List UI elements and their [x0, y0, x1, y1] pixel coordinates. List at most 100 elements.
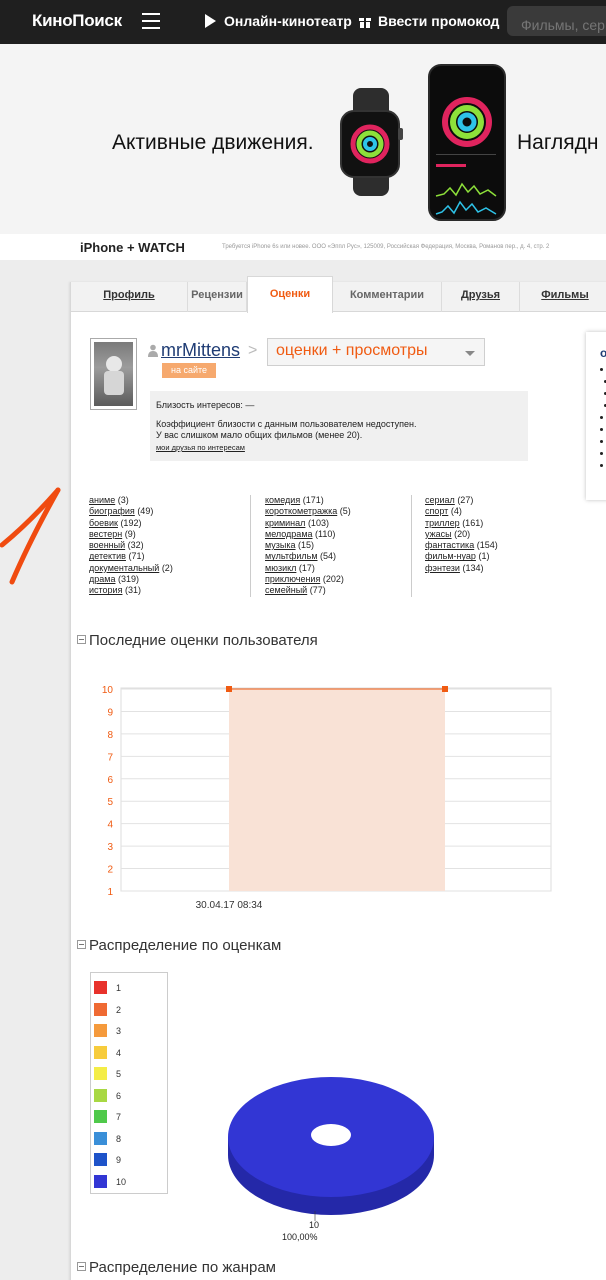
genre-divider — [411, 495, 412, 597]
tab-films[interactable]: Фильмы — [520, 282, 606, 312]
gift-icon — [359, 15, 371, 28]
genre-name: спорт — [425, 506, 449, 517]
legend-label: 6 — [116, 1090, 122, 1101]
menu-icon[interactable] — [142, 13, 160, 29]
tab-ratings[interactable]: Оценки — [247, 276, 333, 313]
tab-friends[interactable]: Друзья — [442, 282, 520, 312]
genre-count: (103) — [307, 517, 329, 528]
side-panel: о — [586, 332, 606, 500]
genre-link[interactable]: документальный (2) — [89, 563, 173, 574]
collapse-icon[interactable] — [77, 940, 86, 949]
collapse-icon[interactable] — [77, 635, 86, 644]
affinity-friends-link[interactable]: мои друзья по интересам — [156, 443, 522, 452]
tab-profile[interactable]: Профиль — [71, 282, 188, 312]
x-tick-label: 30.04.17 08:34 — [196, 900, 263, 911]
genre-distribution-section[interactable]: Распределение по жанрам — [77, 1259, 276, 1276]
affinity-box: Близость интересов: — Коэффициент близос… — [150, 391, 528, 461]
genre-link[interactable]: вестерн (9) — [89, 529, 173, 540]
genre-link[interactable]: семейный (77) — [265, 585, 351, 596]
genre-name: приключения — [265, 574, 321, 585]
genre-link[interactable]: мелодрама (110) — [265, 529, 351, 540]
recent-ratings-section[interactable]: Последние оценки пользователя — [77, 632, 318, 649]
legend-swatch — [94, 1024, 107, 1037]
section-title: Распределение по оценкам — [89, 937, 282, 954]
genre-count: (319) — [117, 574, 139, 585]
genre-link[interactable]: мультфильм (54) — [265, 551, 351, 562]
genre-name: музыка — [265, 540, 296, 551]
genre-link[interactable]: военный (32) — [89, 540, 173, 551]
ad-banner[interactable]: Активные движения. Наглядн — [0, 44, 606, 234]
genre-link[interactable]: боевик (192) — [89, 518, 173, 529]
genre-link[interactable]: история (31) — [89, 585, 173, 596]
genre-link[interactable]: триллер (161) — [425, 518, 498, 529]
genre-count: (77) — [309, 585, 326, 596]
breadcrumb-separator: > — [248, 342, 258, 359]
genre-link[interactable]: короткометражка (5) — [265, 506, 351, 517]
y-tick-label: 8 — [107, 730, 113, 741]
genre-link[interactable]: фэнтези (134) — [425, 563, 498, 574]
genre-count: (202) — [322, 574, 344, 585]
genre-link[interactable]: мюзикл (17) — [265, 563, 351, 574]
ratings-mode-select[interactable]: оценки + просмотры — [267, 338, 485, 366]
pie-legend: 1 2 3 4 5 6 7 8 9 10 — [90, 972, 168, 1194]
genre-count: (154) — [476, 540, 498, 551]
legend-label: 4 — [116, 1047, 122, 1058]
affinity-title: Близость интересов: — — [156, 400, 255, 410]
genre-name: мультфильм — [265, 551, 318, 562]
genre-name: вестерн — [89, 528, 123, 539]
legend-swatch — [94, 1002, 107, 1016]
promo-code-link[interactable]: Ввести промокод — [359, 13, 499, 29]
y-tick-label: 2 — [107, 865, 113, 876]
genre-name: короткометражка — [265, 506, 338, 517]
genre-link[interactable]: музыка (15) — [265, 540, 351, 551]
banner-headline-second: Наглядн — [517, 131, 599, 154]
search-input[interactable] — [507, 6, 606, 36]
play-icon — [205, 14, 216, 28]
genre-divider — [250, 495, 251, 597]
genre-name: биография — [89, 506, 135, 517]
promo-code-label: Ввести промокод — [378, 13, 500, 29]
genre-link[interactable]: криминал (103) — [265, 518, 351, 529]
apple-watch-image — [340, 88, 403, 196]
legend-swatch — [94, 1045, 107, 1059]
kinopoisk-logo[interactable]: КиноПоиск — [32, 11, 122, 31]
genre-name: детектив — [89, 551, 126, 562]
genre-count: (17) — [298, 562, 315, 573]
genre-link[interactable]: ужасы (20) — [425, 529, 498, 540]
collapse-icon[interactable] — [77, 1262, 86, 1271]
pie-slice-label: 10 — [309, 1220, 320, 1230]
genre-column-2: комедия (171) короткометражка (5) криминал… — [265, 495, 351, 597]
tab-comments[interactable]: Комментарии — [333, 282, 442, 312]
genre-link[interactable]: спорт (4) — [425, 506, 498, 517]
recent-ratings-chart: 1 2 3 4 5 6 7 8 9 10 30.04.17 08:34 — [102, 685, 552, 911]
genre-count: (171) — [302, 495, 324, 505]
pie-hole — [311, 1124, 351, 1146]
genre-link[interactable]: драма (319) — [89, 574, 173, 585]
genre-name: ужасы — [425, 528, 452, 539]
tab-reviews-inner — [188, 282, 248, 312]
ad-fine-print: Требуется iPhone 6s или новее. ООО «Эппл… — [222, 244, 550, 250]
genre-link[interactable]: комедия (171) — [265, 495, 351, 506]
genre-name: мелодрама — [265, 528, 313, 539]
y-tick-label: 6 — [107, 775, 113, 786]
genre-count: (110) — [315, 528, 336, 539]
genre-link[interactable]: детектив (71) — [89, 551, 173, 562]
ratings-mode-value: оценки + просмотры — [276, 342, 428, 359]
genre-link[interactable]: фильм-нуар (1) — [425, 551, 498, 562]
genre-column-3: сериал (27) спорт (4) триллер (161) ужасы (… — [425, 495, 498, 574]
genre-name: фантастика — [425, 540, 475, 551]
genre-name: семейный — [265, 585, 308, 596]
genre-link[interactable]: сериал (27) — [425, 495, 498, 506]
genre-link[interactable]: приключения (202) — [265, 574, 351, 585]
genre-link[interactable]: аниме (3) — [89, 495, 173, 506]
rating-distribution-section[interactable]: Распределение по оценкам — [77, 937, 281, 954]
section-title: Последние оценки пользователя — [89, 632, 318, 649]
genre-link[interactable]: биография (49) — [89, 506, 173, 517]
user-avatar[interactable] — [90, 338, 137, 410]
genre-link[interactable]: фантастика (154) — [425, 540, 498, 551]
username-link[interactable]: mrMittens — [161, 340, 240, 361]
online-cinema-link[interactable]: Онлайн-кинотеатр — [205, 13, 352, 29]
genre-count: (1) — [478, 551, 490, 562]
genre-count: (161) — [462, 517, 484, 528]
legend-label: 9 — [116, 1155, 122, 1165]
